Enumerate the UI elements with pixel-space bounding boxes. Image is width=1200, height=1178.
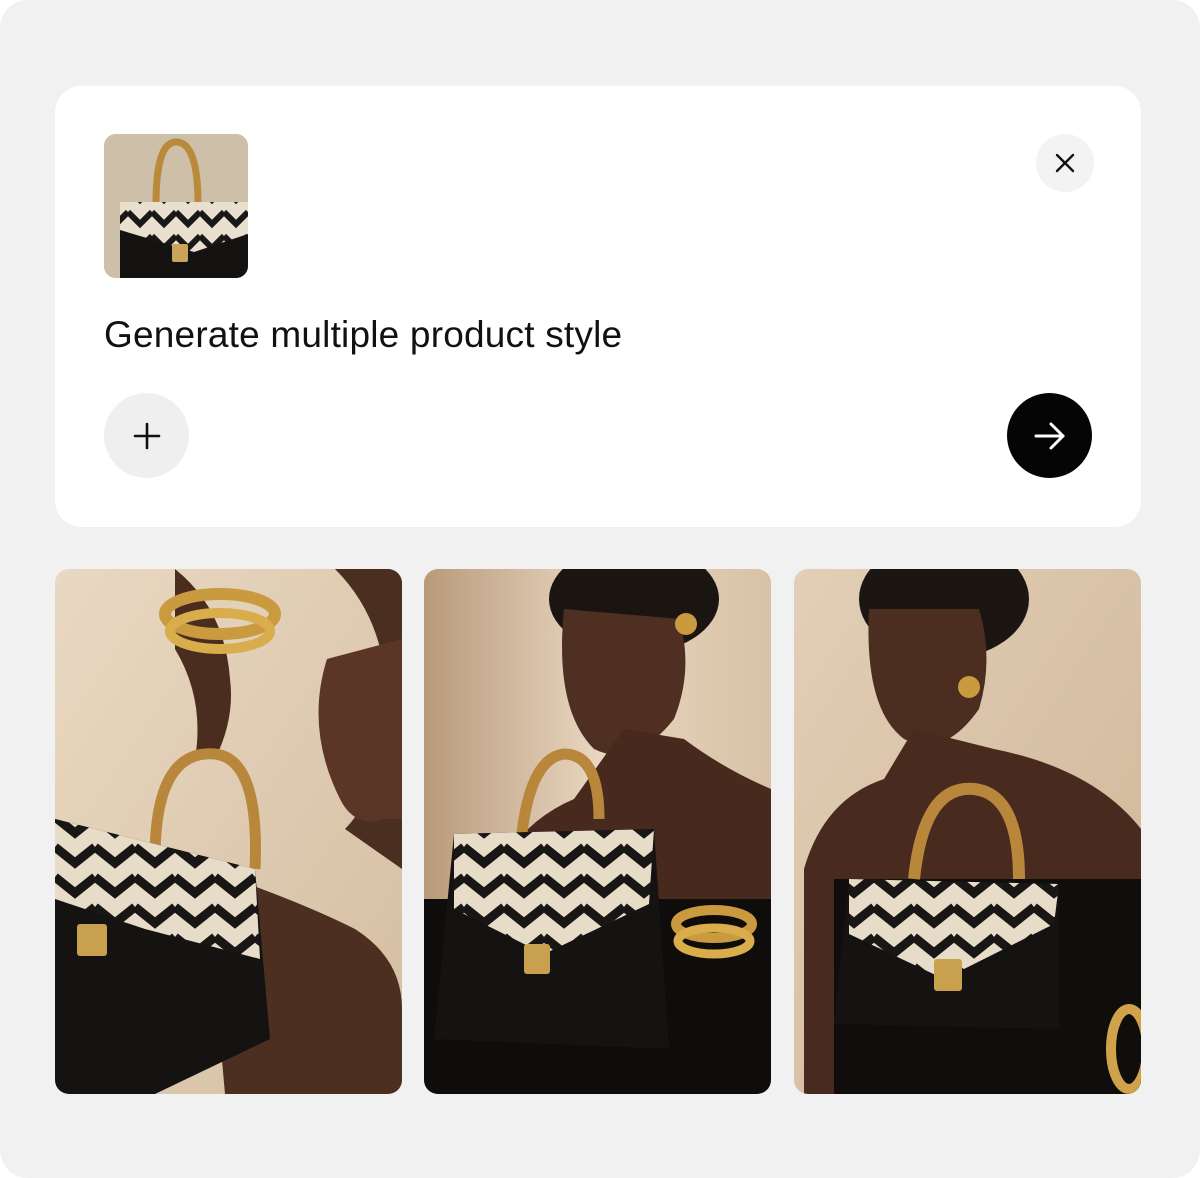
plus-icon xyxy=(133,422,160,449)
close-button[interactable] xyxy=(1036,134,1094,192)
close-icon xyxy=(1055,153,1075,173)
add-attachment-button[interactable] xyxy=(104,393,189,478)
model-seated-holding-bag-image xyxy=(424,569,771,1094)
arrow-right-icon xyxy=(1034,422,1064,449)
product-thumbnail[interactable] xyxy=(104,134,248,278)
model-holding-bag-front-image xyxy=(794,569,1141,1094)
generated-image-2[interactable] xyxy=(424,569,771,1094)
prompt-text[interactable]: Generate multiple product style xyxy=(104,311,1004,359)
generated-image-3[interactable] xyxy=(794,569,1141,1094)
send-button[interactable] xyxy=(1007,393,1092,478)
generated-image-1[interactable] xyxy=(55,569,402,1094)
prompt-card: Generate multiple product style xyxy=(55,86,1141,527)
model-holding-bag-profile-image xyxy=(55,569,402,1094)
handbag-thumbnail-image xyxy=(104,134,248,278)
app-frame: Generate multiple product style xyxy=(0,0,1200,1178)
